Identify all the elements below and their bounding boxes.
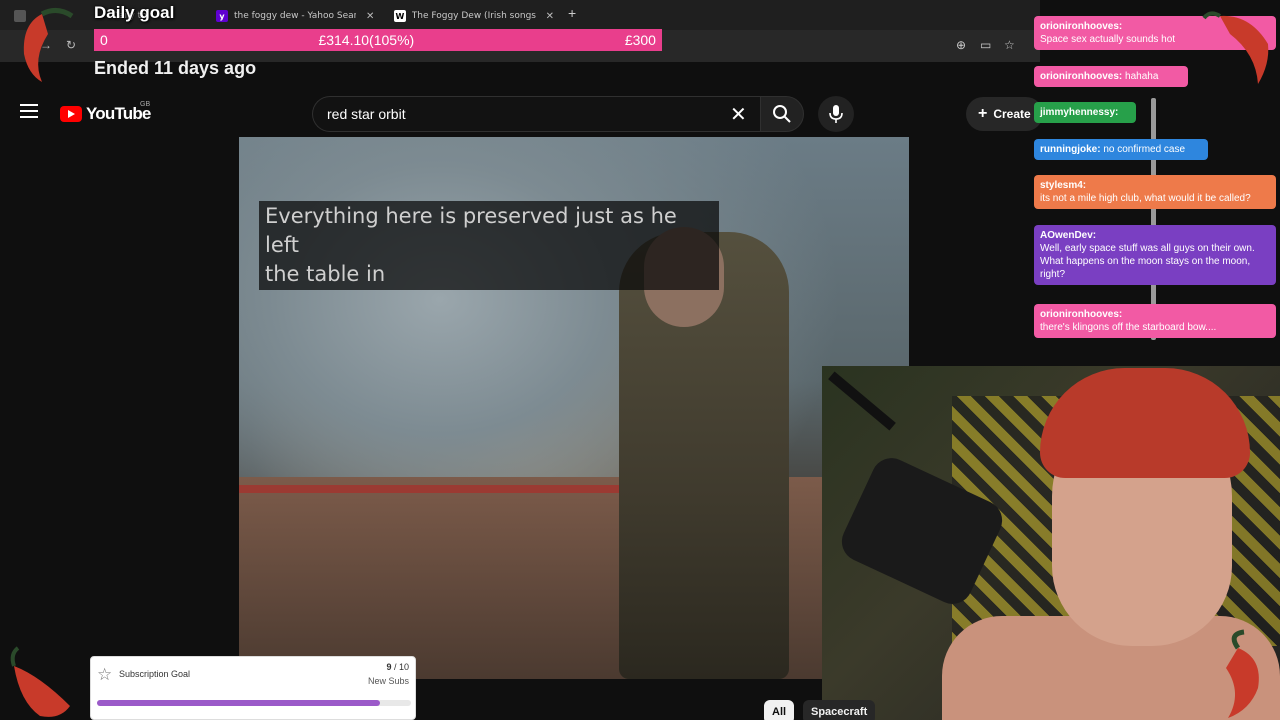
chat-message: jimmyhennessy: <box>1034 102 1136 123</box>
youtube-play-icon <box>60 106 82 122</box>
daily-goal-progress: £314.10(105%) <box>318 32 415 48</box>
create-button[interactable]: + Create <box>966 97 1043 131</box>
subscription-progress-track <box>97 700 411 706</box>
chat-message: orionironhooves: there's klingons off th… <box>1034 304 1276 338</box>
tab-label: The Foggy Dew (Irish songs) - V <box>411 11 536 21</box>
chat-username: orionironhooves: <box>1040 71 1123 82</box>
chat-username: runningjoke: <box>1040 144 1101 155</box>
chip-all[interactable]: All <box>764 700 795 720</box>
chat-text: its not a mile high club, what would it … <box>1040 193 1251 204</box>
chat-text: there's klingons off the starboard bow..… <box>1040 322 1217 333</box>
zoom-icon[interactable]: ⊕ <box>956 38 966 52</box>
chat-message: AOwenDev: Well, early space stuff was al… <box>1034 225 1276 285</box>
new-tab-button[interactable]: + <box>568 5 576 21</box>
tab-wikipedia[interactable]: W The Foggy Dew (Irish songs) - V ✕ <box>386 4 562 28</box>
subscription-separator: / <box>391 662 399 672</box>
bookmark-star-icon[interactable]: ☆ <box>1004 38 1015 52</box>
youtube-logo[interactable]: YouTube <box>60 104 151 124</box>
search-value: red star orbit <box>327 106 406 122</box>
video-scene-rail <box>239 485 639 493</box>
star-icon: ☆ <box>97 665 113 684</box>
daily-goal-title: Daily goal <box>94 3 175 22</box>
create-label: Create <box>993 107 1031 121</box>
daily-goal-bar: 0 £314.10(105%) £300 <box>94 29 662 51</box>
wikipedia-icon: W <box>394 10 406 22</box>
subscription-goal-unit: New Subs <box>367 676 409 686</box>
daily-goal-start: 0 <box>100 32 108 48</box>
subscription-goal-count: 9 / 10 <box>386 662 409 672</box>
video-player[interactable]: Everything here is preserved just as he … <box>239 137 909 679</box>
chip-spacecraft[interactable]: Spacecraft <box>803 700 876 720</box>
clear-search-icon[interactable]: ✕ <box>730 102 747 127</box>
video-caption: Everything here is preserved just as he … <box>259 201 719 290</box>
subscription-goal-label: Subscription Goal <box>119 669 191 679</box>
tab-label: the foggy dew - Yahoo Search <box>234 11 356 21</box>
chili-pepper-icon <box>23 8 74 82</box>
plus-icon: + <box>978 105 988 122</box>
chili-pepper-icon <box>10 646 70 717</box>
cast-icon[interactable]: ▭ <box>980 38 991 52</box>
tab-yahoo-search[interactable]: y the foggy dew - Yahoo Search ✕ <box>208 4 384 28</box>
chat-message: orionironhooves: hahaha <box>1034 66 1188 87</box>
yahoo-icon: y <box>216 10 228 22</box>
chat-message: runningjoke: no confirmed case <box>1034 139 1208 160</box>
chat-text: no confirmed case <box>1103 144 1186 155</box>
country-code: GB <box>140 101 151 108</box>
chat-text: Well, early space stuff was all guys on … <box>1040 243 1255 280</box>
subscription-goal-widget: ☆ Subscription Goal 9 / 10 New Subs <box>90 656 416 720</box>
chat-message: stylesm4: its not a mile high club, what… <box>1034 175 1276 209</box>
daily-goal-status: Ended 11 days ago <box>94 58 257 78</box>
mic-arm <box>828 371 896 431</box>
close-icon[interactable]: ✕ <box>546 11 554 22</box>
subscription-target: 10 <box>398 662 409 672</box>
webcam-hair <box>1040 368 1250 478</box>
chat-text: hahaha <box>1125 71 1159 82</box>
chat-username: AOwenDev: <box>1040 230 1097 241</box>
search-input[interactable]: red star orbit <box>312 96 760 132</box>
chat-username: orionironhooves: <box>1040 309 1123 320</box>
chat-username: stylesm4: <box>1040 180 1087 191</box>
search-button[interactable] <box>760 96 804 132</box>
search-icon <box>773 105 791 123</box>
subscription-progress-fill <box>97 700 380 706</box>
hamburger-menu-icon[interactable] <box>20 104 38 118</box>
chili-pepper-icon <box>1202 11 1269 84</box>
chili-pepper-icon <box>1226 629 1259 718</box>
video-scene-table <box>239 477 909 679</box>
close-icon[interactable]: ✕ <box>366 11 374 22</box>
microphone-icon <box>829 105 843 123</box>
daily-goal-target: £300 <box>624 32 656 48</box>
voice-search-button[interactable] <box>818 96 854 132</box>
chat-username: jimmyhennessy: <box>1040 107 1119 118</box>
